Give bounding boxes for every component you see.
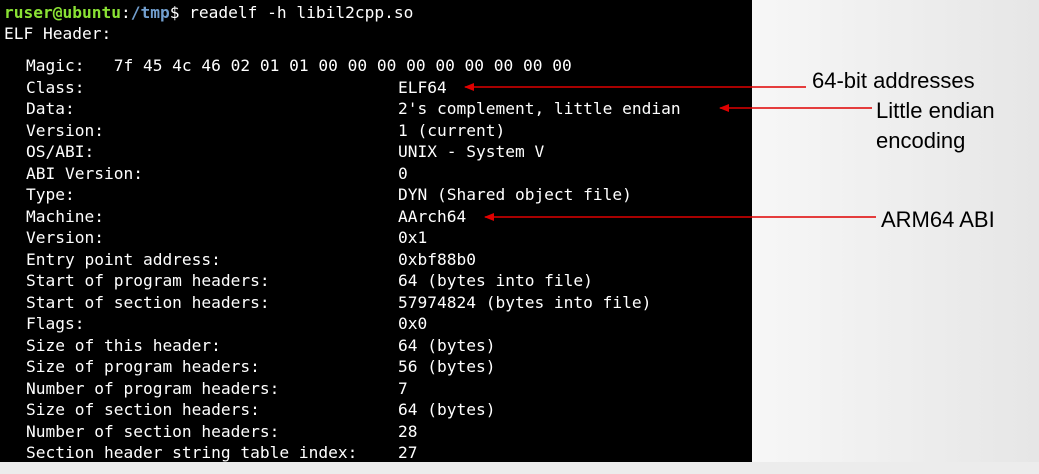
elf-field-row: Class: ELF64 — [0, 77, 752, 98]
elf-field-row: Start of section headers: 57974824 (bytes… — [0, 292, 752, 313]
elf-field-value: 2's complement, little endian — [398, 99, 681, 118]
elf-field-label: Class: — [26, 77, 85, 97]
elf-field-row: Data: 2's complement, little endian — [0, 98, 752, 119]
elf-field-value: AArch64 — [398, 206, 467, 226]
elf-field-value: 57974824 (bytes into file) — [398, 292, 652, 312]
elf-field-value: 64 (bytes) — [398, 400, 496, 419]
elf-field-row: Machine: AArch64 — [0, 206, 752, 227]
elf-field-value: DYN (Shared object file) — [398, 185, 632, 204]
prompt-separator: : — [120, 3, 131, 22]
terminal-window[interactable]: ruser@ubuntu:/tmp$ readelf -h libil2cpp.… — [0, 0, 752, 462]
elf-field-value: 0xbf88b0 — [398, 249, 476, 269]
elf-field-label: Flags: — [26, 314, 85, 333]
annotation-encoding: encoding — [876, 128, 966, 153]
elf-header-title: ELF Header: — [4, 24, 112, 43]
elf-field-value: 1 (current) — [398, 120, 506, 140]
elf-field-row: ABI Version: 0 — [0, 163, 752, 184]
elf-field-label: OS/ABI: — [26, 142, 95, 161]
elf-field-value: 28 — [398, 421, 418, 441]
elf-field-row: Type: DYN (Shared object file) — [0, 184, 752, 205]
elf-field-value: 56 (bytes) — [398, 357, 496, 376]
elf-field-row: Magic: 7f 45 4c 46 02 01 01 00 00 00 00 … — [0, 55, 752, 76]
elf-field-label: ABI Version: — [26, 163, 143, 183]
elf-field-row: Number of program headers: 7 — [0, 378, 752, 399]
elf-field-label: Start of program headers: — [26, 271, 270, 290]
elf-field-value: 0 — [398, 163, 408, 183]
elf-field-label: Type: — [26, 185, 75, 204]
elf-field-value: 27 — [398, 443, 418, 462]
prompt-path: /tmp — [130, 3, 170, 22]
elf-field-row: Size of this header: 64 (bytes) — [0, 335, 752, 356]
elf-field-row: Version: 1 (current) — [0, 120, 752, 141]
elf-field-row: Flags: 0x0 — [0, 313, 752, 334]
slide-bottom-edge — [0, 462, 1039, 474]
elf-field-row: Size of section headers: 64 (bytes) — [0, 399, 752, 420]
elf-field-value: 0x1 — [398, 228, 428, 247]
annotation-little-endian: Little endian — [876, 98, 995, 123]
elf-field-row: OS/ABI: UNIX - System V — [0, 141, 752, 162]
elf-field-value: ELF64 — [398, 77, 447, 97]
elf-field-label: Version: — [26, 228, 104, 247]
annotation-64bit-addresses: 64-bit addresses — [812, 68, 975, 93]
prompt-dollar: $ — [169, 3, 180, 22]
annotation-arm64-abi: ARM64 ABI — [881, 207, 995, 232]
elf-field-value: 7 — [398, 378, 408, 398]
elf-field-row: Entry point address: 0xbf88b0 — [0, 249, 752, 270]
elf-field-label: Section header string table index: — [26, 443, 358, 462]
prompt-user: ruser@ubuntu — [4, 3, 121, 22]
elf-field-row: Start of program headers: 64 (bytes into … — [0, 270, 752, 291]
elf-field-value: UNIX - System V — [398, 142, 545, 161]
elf-field-value: 64 (bytes into file) — [398, 271, 593, 290]
elf-field-label: Entry point address: — [26, 249, 221, 269]
elf-field-label: Version: — [26, 120, 104, 140]
elf-field-label: Machine: — [26, 206, 104, 226]
elf-field-label: Number of section headers: — [26, 421, 280, 441]
elf-field-row: Number of section headers: 28 — [0, 421, 752, 442]
elf-field-label: Data: — [26, 99, 75, 118]
elf-field-label: Size of this header: — [26, 335, 221, 355]
elf-field-value: 0x0 — [398, 314, 428, 333]
elf-field-label: Start of section headers: — [26, 292, 270, 312]
elf-field-row: Size of program headers: 56 (bytes) — [0, 356, 752, 377]
elf-field-row: Version: 0x1 — [0, 227, 752, 248]
elf-field-label: Magic: 7f 45 4c 46 02 01 01 00 00 00 00 … — [26, 56, 572, 75]
elf-field-label: Size of section headers: — [26, 400, 260, 419]
elf-field-row: Section header string table index: 27 — [0, 442, 752, 462]
prompt-line: ruser@ubuntu:/tmp$ readelf -h libil2cpp.… — [4, 2, 413, 23]
elf-field-label: Size of program headers: — [26, 357, 260, 376]
elf-field-label: Number of program headers: — [26, 378, 280, 398]
elf-field-value: 64 (bytes) — [398, 335, 496, 355]
command-text: readelf -h libil2cpp.so — [179, 3, 414, 22]
